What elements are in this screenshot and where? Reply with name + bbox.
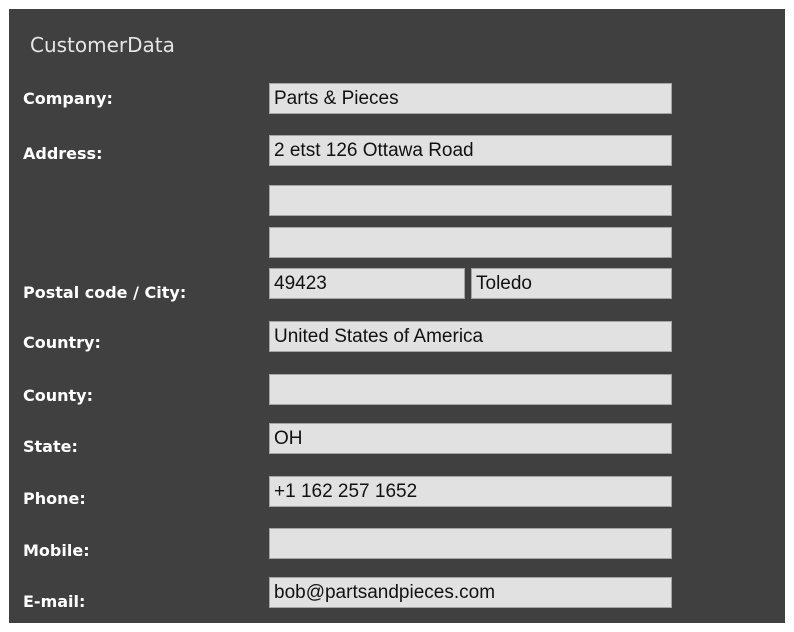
mobile-label: Mobile: bbox=[23, 541, 90, 560]
address-line-3-field[interactable] bbox=[269, 227, 672, 258]
state-label: State: bbox=[23, 437, 78, 456]
state-field[interactable] bbox=[269, 423, 672, 454]
city-field[interactable] bbox=[471, 268, 672, 299]
company-label: Company: bbox=[23, 89, 113, 108]
phone-label: Phone: bbox=[23, 489, 86, 508]
address-line-2-field[interactable] bbox=[269, 185, 672, 216]
country-label: Country: bbox=[23, 333, 101, 352]
address-line-1-field[interactable] bbox=[269, 135, 672, 166]
company-field[interactable] bbox=[269, 83, 672, 114]
phone-field[interactable] bbox=[269, 476, 672, 507]
panel-title: CustomerData bbox=[30, 33, 175, 57]
email-field[interactable] bbox=[269, 577, 672, 608]
mobile-field[interactable] bbox=[269, 528, 672, 559]
address-label: Address: bbox=[23, 144, 103, 163]
customer-data-panel: CustomerData Company: Address: Postal co… bbox=[9, 9, 785, 623]
email-label: E-mail: bbox=[23, 592, 86, 611]
postal-city-label: Postal code / City: bbox=[23, 283, 187, 302]
county-field[interactable] bbox=[269, 374, 672, 405]
postal-code-field[interactable] bbox=[269, 268, 465, 299]
country-field[interactable] bbox=[269, 321, 672, 352]
county-label: County: bbox=[23, 386, 93, 405]
